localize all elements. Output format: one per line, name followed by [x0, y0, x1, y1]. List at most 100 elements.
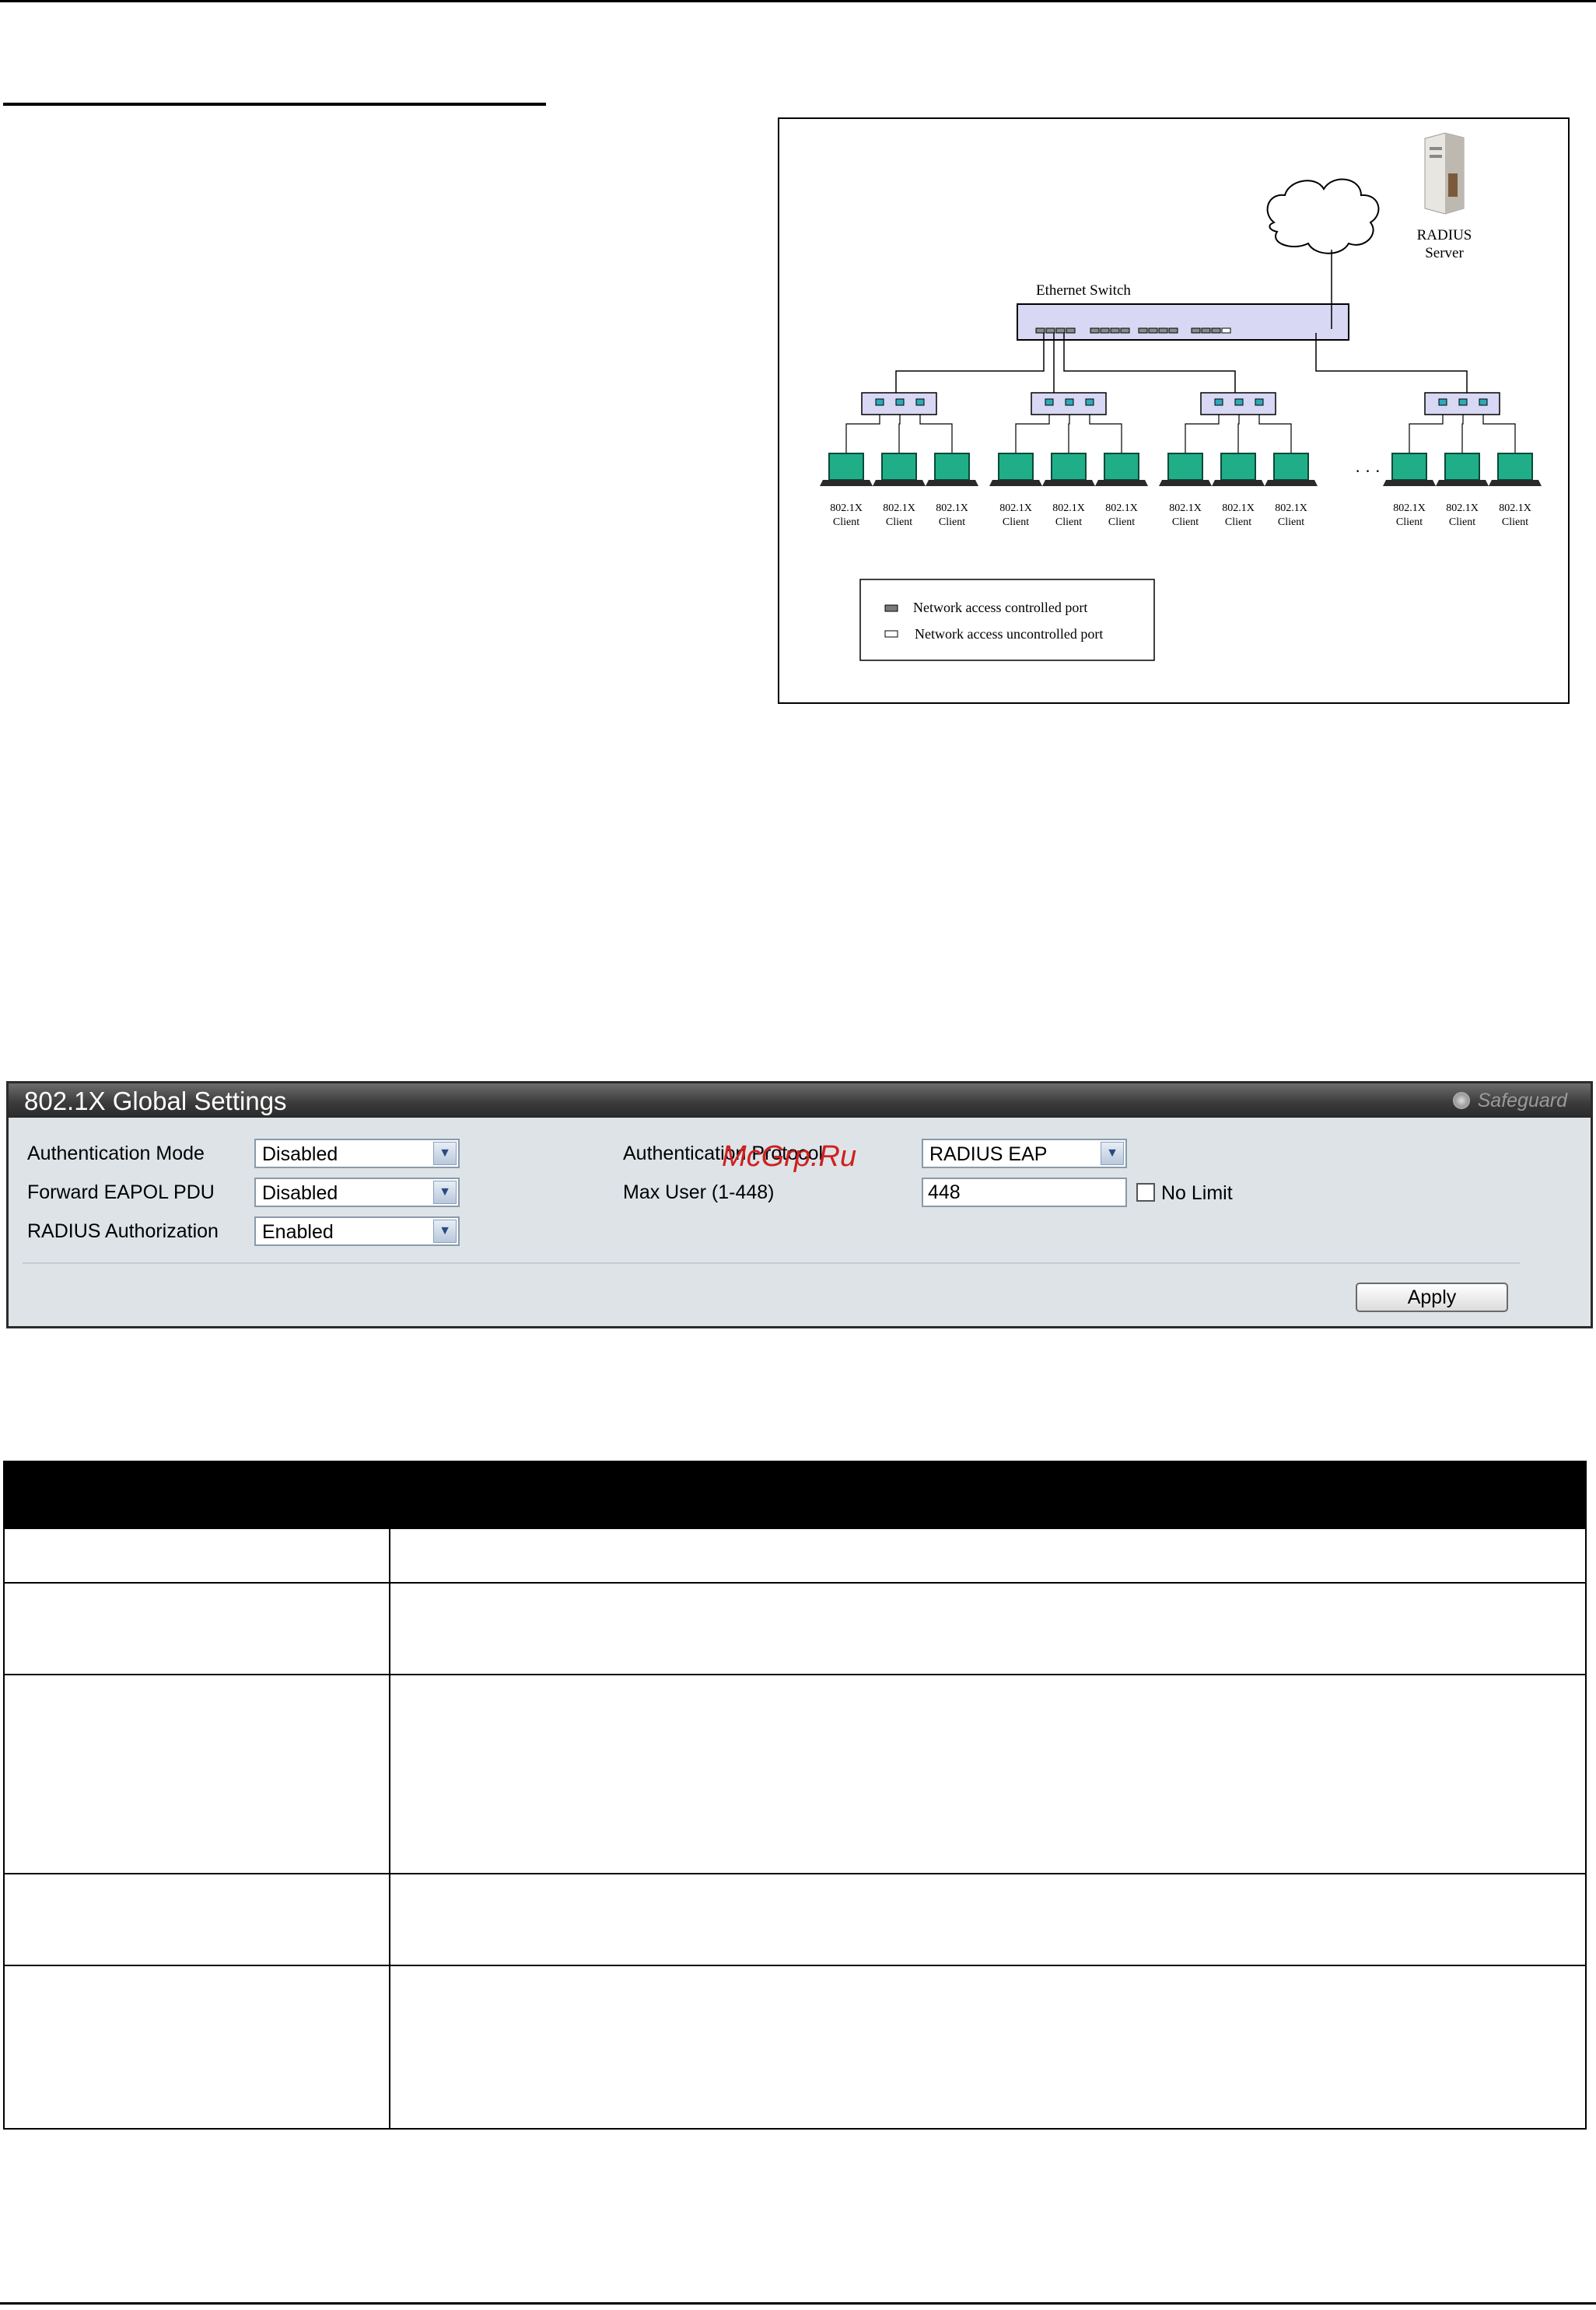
client-label-line2: Client [1278, 516, 1304, 528]
table-cell [389, 1674, 1587, 1874]
client-label-line1: 802.1X [1169, 502, 1202, 514]
client-label-line2: Client [1502, 516, 1528, 528]
table-header-row [3, 1461, 1587, 1529]
table-cell [389, 1873, 1587, 1966]
laptop-icon [1383, 453, 1436, 486]
authentication-mode-value: Disabled [262, 1143, 338, 1165]
watermark-text: McGrp.Ru [722, 1140, 857, 1173]
client-label-line2: Client [1449, 516, 1475, 528]
no-limit-checkbox[interactable] [1136, 1183, 1155, 1202]
safeguard-icon [1452, 1092, 1470, 1109]
laptop-icon [1042, 453, 1095, 486]
no-limit-label: No Limit [1161, 1182, 1233, 1204]
table-cell [389, 1965, 1587, 2130]
radius-authorization-value: Enabled [262, 1221, 334, 1243]
sub-switch-port [875, 398, 884, 406]
table-cell [3, 1582, 390, 1675]
forward-eapol-pdu-value: Disabled [262, 1182, 338, 1204]
controlled-port-swatch [884, 604, 898, 612]
laptop-screen [881, 453, 917, 481]
parameter-table [3, 1461, 1587, 2130]
controlled-port [1168, 327, 1178, 334]
laptop-screen [828, 453, 864, 481]
forward-eapol-pdu-label: Forward EAPOL PDU [27, 1181, 215, 1203]
sub-switch-port [895, 398, 905, 406]
client-label-line1: 802.1X [1446, 502, 1479, 514]
controlled-port [1090, 327, 1100, 334]
table-row [3, 1873, 1587, 1966]
controlled-port [1120, 327, 1130, 334]
forward-eapol-pdu-select[interactable]: Disabled ▼ [254, 1178, 460, 1207]
legend-uncontrolled-label: Network access uncontrolled port [915, 626, 1103, 642]
laptop-base [1212, 480, 1265, 486]
client-label-line1: 802.1X [883, 502, 915, 514]
authentication-mode-label: Authentication Mode [27, 1143, 205, 1164]
client-label-line2: Client [1055, 516, 1082, 528]
controlled-port [1110, 327, 1120, 334]
legend-controlled-label: Network access controlled port [913, 600, 1087, 615]
client-label-line2: Client [1108, 516, 1135, 528]
laptop-screen [1051, 453, 1087, 481]
laptop-base [926, 480, 978, 486]
laptop-icon [1095, 453, 1148, 486]
apply-button[interactable]: Apply [1356, 1283, 1508, 1312]
client-label-line1: 802.1X [1105, 502, 1138, 514]
laptop-base [1265, 480, 1318, 486]
controlled-port [1138, 327, 1148, 334]
sub-switch-port [1438, 398, 1447, 406]
link-line [1315, 333, 1468, 393]
controlled-port [1158, 327, 1168, 334]
laptop-base [1159, 480, 1212, 486]
max-user-input[interactable] [922, 1178, 1127, 1207]
legend-box [859, 579, 1155, 661]
chevron-down-icon[interactable]: ▼ [433, 1142, 457, 1165]
laptop-base [820, 480, 873, 486]
more-clients-ellipsis: · · · [1355, 461, 1381, 481]
authentication-mode-select[interactable]: Disabled ▼ [254, 1139, 460, 1168]
server-label-line2: Server [1425, 245, 1464, 261]
chevron-down-icon[interactable]: ▼ [433, 1181, 457, 1204]
panel-divider [23, 1262, 1520, 1264]
client-label-line2: Client [1225, 516, 1251, 528]
sub-switch-port [1085, 398, 1094, 406]
laptop-icon [926, 453, 978, 486]
client-label-line2: Client [939, 516, 965, 528]
laptop-icon [1265, 453, 1318, 486]
panel-title: 802.1X Global Settings [24, 1087, 287, 1115]
laptop-icon [820, 453, 873, 486]
panel-titlebar: 802.1X Global Settings Safeguard [9, 1083, 1591, 1118]
laptop-screen [1273, 453, 1309, 481]
chevron-down-icon[interactable]: ▼ [1101, 1142, 1124, 1165]
laptop-base [1436, 480, 1489, 486]
server-label-line1: RADIUS [1417, 227, 1472, 243]
sub-switch-port [915, 398, 925, 406]
laptop-icon [1489, 453, 1542, 486]
client-label-line2: Client [1003, 516, 1029, 528]
laptop-screen [1220, 453, 1256, 481]
table-row [3, 1965, 1587, 2130]
chevron-down-icon[interactable]: ▼ [433, 1220, 457, 1243]
client-label-line2: Client [1172, 516, 1199, 528]
client-label-line1: 802.1X [1499, 502, 1531, 514]
table-row [3, 1582, 1587, 1675]
client-label-line2: Client [1396, 516, 1423, 528]
controlled-port [1211, 327, 1221, 334]
authentication-protocol-select[interactable]: RADIUS EAP ▼ [922, 1139, 1127, 1168]
sub-switches [861, 392, 1500, 415]
section-heading-underline [3, 103, 546, 106]
client-label-line2: Client [886, 516, 912, 528]
controlled-port [1035, 327, 1045, 334]
laptop-icon [873, 453, 926, 486]
table-header-cell [3, 1461, 390, 1529]
laptop-screen [1391, 453, 1427, 481]
radius-authorization-select[interactable]: Enabled ▼ [254, 1216, 460, 1246]
safeguard-label: Safeguard [1477, 1089, 1567, 1111]
sub-switch-port [1479, 398, 1488, 406]
client-label-line2: Client [833, 516, 859, 528]
table-row [3, 1528, 1587, 1584]
laptop-base [1042, 480, 1095, 486]
ethernet-switch [1017, 303, 1349, 341]
radius-server-icon [1424, 132, 1465, 215]
client-label-line1: 802.1X [1275, 502, 1307, 514]
table-cell [3, 1674, 390, 1874]
